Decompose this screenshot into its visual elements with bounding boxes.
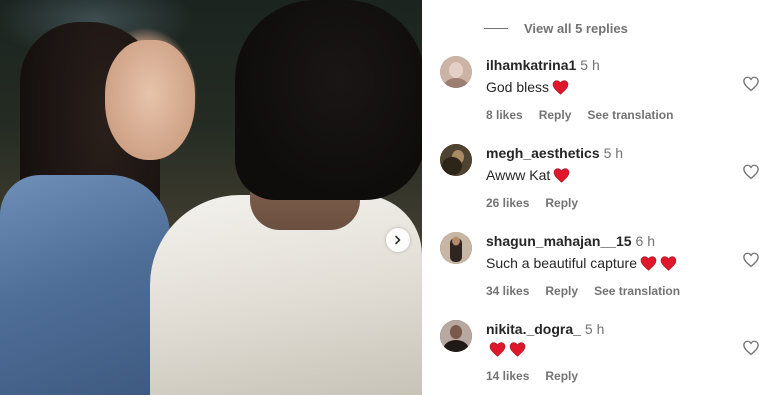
heart-outline-icon[interactable] <box>742 251 759 269</box>
photo-woman-face <box>105 40 195 160</box>
comment-text: God bless <box>486 79 550 95</box>
photo-denim-jacket <box>0 175 170 395</box>
red-heart-emoji <box>660 255 677 271</box>
comment-item: megh_aesthetics 5 h Awww Kat 26 likes Rep… <box>440 144 759 214</box>
comment-likes[interactable]: 8 likes <box>486 108 523 122</box>
comment-username[interactable]: shagun_mahajan__15 <box>486 233 632 249</box>
comment-likes[interactable]: 34 likes <box>486 284 529 298</box>
view-replies-label: View all 5 replies <box>524 20 628 36</box>
avatar[interactable] <box>440 56 472 88</box>
red-heart-emoji <box>509 342 526 357</box>
post-photo <box>0 0 422 395</box>
avatar[interactable] <box>440 144 472 176</box>
photo-man-head <box>235 0 422 200</box>
reply-button[interactable]: Reply <box>545 284 578 298</box>
comment-time[interactable]: 5 h <box>604 145 623 161</box>
comment-time[interactable]: 5 h <box>580 57 599 73</box>
comment-item: shagun_mahajan__15 6 h Such a beautiful c… <box>440 232 759 302</box>
avatar[interactable] <box>440 232 472 264</box>
avatar-image <box>440 320 472 352</box>
comment-username[interactable]: nikita._dogra_ <box>486 321 581 337</box>
comment-likes[interactable]: 14 likes <box>486 369 529 383</box>
see-translation-button[interactable]: See translation <box>587 108 673 122</box>
comments-panel: View all 5 replies ilhamkatrina1 5 h God … <box>422 0 759 395</box>
red-heart-emoji <box>640 255 657 271</box>
comment-time[interactable]: 6 h <box>636 233 655 249</box>
comment-username[interactable]: ilhamkatrina1 <box>486 57 576 73</box>
reply-button[interactable]: Reply <box>539 108 572 122</box>
replies-divider-line <box>484 27 508 29</box>
view-replies-button[interactable]: View all 5 replies <box>484 19 628 37</box>
see-translation-button[interactable]: See translation <box>594 284 680 298</box>
avatar-image <box>440 144 472 176</box>
avatar-image <box>440 232 472 264</box>
reply-button[interactable]: Reply <box>545 196 578 210</box>
reply-button[interactable]: Reply <box>545 369 578 383</box>
next-photo-button[interactable] <box>386 228 410 252</box>
avatar[interactable] <box>440 320 472 352</box>
red-heart-emoji <box>552 79 569 95</box>
comment-text: Such a beautiful capture <box>486 255 637 271</box>
comment-username[interactable]: megh_aesthetics <box>486 145 600 161</box>
comment-text: Awww Kat <box>486 167 551 183</box>
heart-outline-icon[interactable] <box>742 163 759 181</box>
red-heart-emoji <box>489 342 506 357</box>
comment-time[interactable]: 5 h <box>585 321 604 337</box>
comment-item: ilhamkatrina1 5 h God bless 8 likes Reply… <box>440 56 759 126</box>
comment-likes[interactable]: 26 likes <box>486 196 529 210</box>
avatar-image <box>440 56 472 88</box>
heart-outline-icon[interactable] <box>742 339 759 357</box>
red-heart-emoji <box>554 167 570 183</box>
chevron-right-icon <box>395 235 401 245</box>
comment-item: nikita._dogra_ 5 h 14 likes Reply <box>440 320 759 390</box>
heart-outline-icon[interactable] <box>742 75 759 93</box>
